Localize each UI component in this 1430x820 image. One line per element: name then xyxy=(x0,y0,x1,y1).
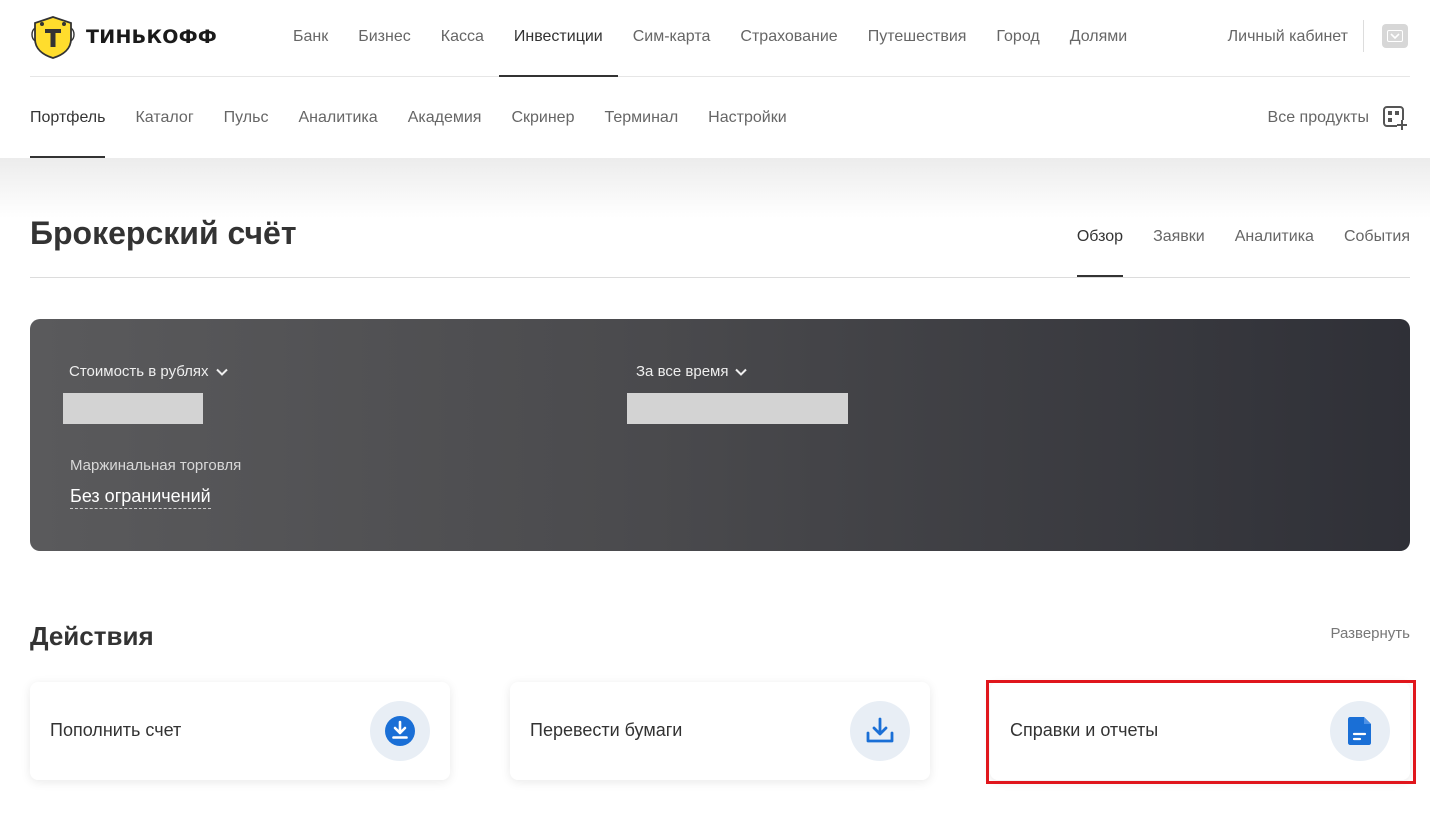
tray-download-icon xyxy=(850,701,910,761)
actions-heading: Действия xyxy=(30,621,154,651)
subnav-item-settings[interactable]: Настройки xyxy=(708,78,786,158)
subnav-item-pulse[interactable]: Пульс xyxy=(224,78,269,158)
expand-actions-link[interactable]: Развернуть xyxy=(1330,625,1410,642)
main-nav-item-investments[interactable]: Инвестиции xyxy=(498,0,618,77)
page-title: Брокерский счёт xyxy=(30,215,297,251)
subnav-item-screener[interactable]: Скринер xyxy=(511,78,574,158)
main-nav-item-city[interactable]: Город xyxy=(981,0,1054,77)
top-header: ТИНЬКОФФ Банк Бизнес Касса Инвестиции Си… xyxy=(30,0,1410,77)
subnav-item-portfolio[interactable]: Портфель xyxy=(30,78,106,158)
redacted-portfolio-value xyxy=(63,393,203,424)
main-nav: Банк Бизнес Касса Инвестиции Сим-карта С… xyxy=(278,0,1142,77)
main-nav-item-insurance[interactable]: Страхование xyxy=(725,0,852,77)
action-card-label: Справки и отчеты xyxy=(1010,720,1159,740)
download-circle-icon xyxy=(370,701,430,761)
coat-of-arms-icon xyxy=(31,16,75,59)
main-nav-item-dolyami[interactable]: Долями xyxy=(1055,0,1143,77)
investments-subnav-bar: Портфель Каталог Пульс Аналитика Академи… xyxy=(30,78,1410,158)
chevron-down-icon xyxy=(215,368,228,376)
document-icon xyxy=(1330,701,1390,761)
main-nav-item-travel[interactable]: Путешествия xyxy=(853,0,982,77)
account-tabs: Обзор Заявки Аналитика События xyxy=(1047,200,1410,277)
all-products-grid-icon[interactable] xyxy=(1382,105,1408,131)
action-card-transfer-securities[interactable]: Перевести бумаги xyxy=(510,682,930,780)
portfolio-yield-block: За все время xyxy=(627,363,848,424)
subnav-item-terminal[interactable]: Терминал xyxy=(604,78,678,158)
tab-orders[interactable]: Заявки xyxy=(1153,200,1205,277)
brand-name: ТИНЬКОФФ xyxy=(86,26,218,48)
header-divider xyxy=(1363,20,1364,52)
margin-trading-label: Маржинальная торговля xyxy=(70,457,242,474)
chevron-down-icon xyxy=(735,368,748,376)
currency-value-dropdown[interactable]: Стоимость в рублях xyxy=(69,363,229,380)
chevron-down-icon xyxy=(1387,30,1403,42)
main-nav-item-bank[interactable]: Банк xyxy=(278,0,343,77)
main-nav-item-kassa[interactable]: Касса xyxy=(426,0,499,77)
subnav-item-catalog[interactable]: Каталог xyxy=(135,78,193,158)
all-products-link[interactable]: Все продукты xyxy=(1268,78,1369,158)
subnav-item-analytics[interactable]: Аналитика xyxy=(298,78,377,158)
period-dropdown-label: За все время xyxy=(636,363,729,380)
action-card-reports[interactable]: Справки и отчеты xyxy=(990,682,1410,780)
account-header: Брокерский счёт Обзор Заявки Аналитика С… xyxy=(30,200,1410,278)
main-nav-item-business[interactable]: Бизнес xyxy=(343,0,426,77)
tab-analytics[interactable]: Аналитика xyxy=(1235,200,1314,277)
action-card-label: Пополнить счет xyxy=(50,720,182,740)
tinkoff-logo[interactable]: ТИНЬКОФФ xyxy=(30,14,217,60)
redacted-yield-value xyxy=(627,393,848,424)
action-card-top-up[interactable]: Пополнить счет xyxy=(30,682,450,780)
margin-trading-value-link[interactable]: Без ограничений xyxy=(70,486,211,509)
tab-overview[interactable]: Обзор xyxy=(1076,200,1124,277)
portfolio-summary-card: Стоимость в рублях За все время Маржинал… xyxy=(30,319,1410,551)
period-dropdown[interactable]: За все время xyxy=(636,363,748,380)
portfolio-value-block: Стоимость в рублях xyxy=(63,363,229,424)
subnav-item-academy[interactable]: Академия xyxy=(408,78,482,158)
main-nav-item-sim-card[interactable]: Сим-карта xyxy=(618,0,726,77)
investments-subnav: Портфель Каталог Пульс Аналитика Академи… xyxy=(30,78,817,158)
profile-menu-icon[interactable] xyxy=(1382,24,1408,48)
personal-cabinet-link[interactable]: Личный кабинет xyxy=(1228,0,1348,74)
tab-events[interactable]: События xyxy=(1344,200,1410,277)
currency-value-dropdown-label: Стоимость в рублях xyxy=(69,363,209,380)
action-card-label: Перевести бумаги xyxy=(530,720,683,740)
